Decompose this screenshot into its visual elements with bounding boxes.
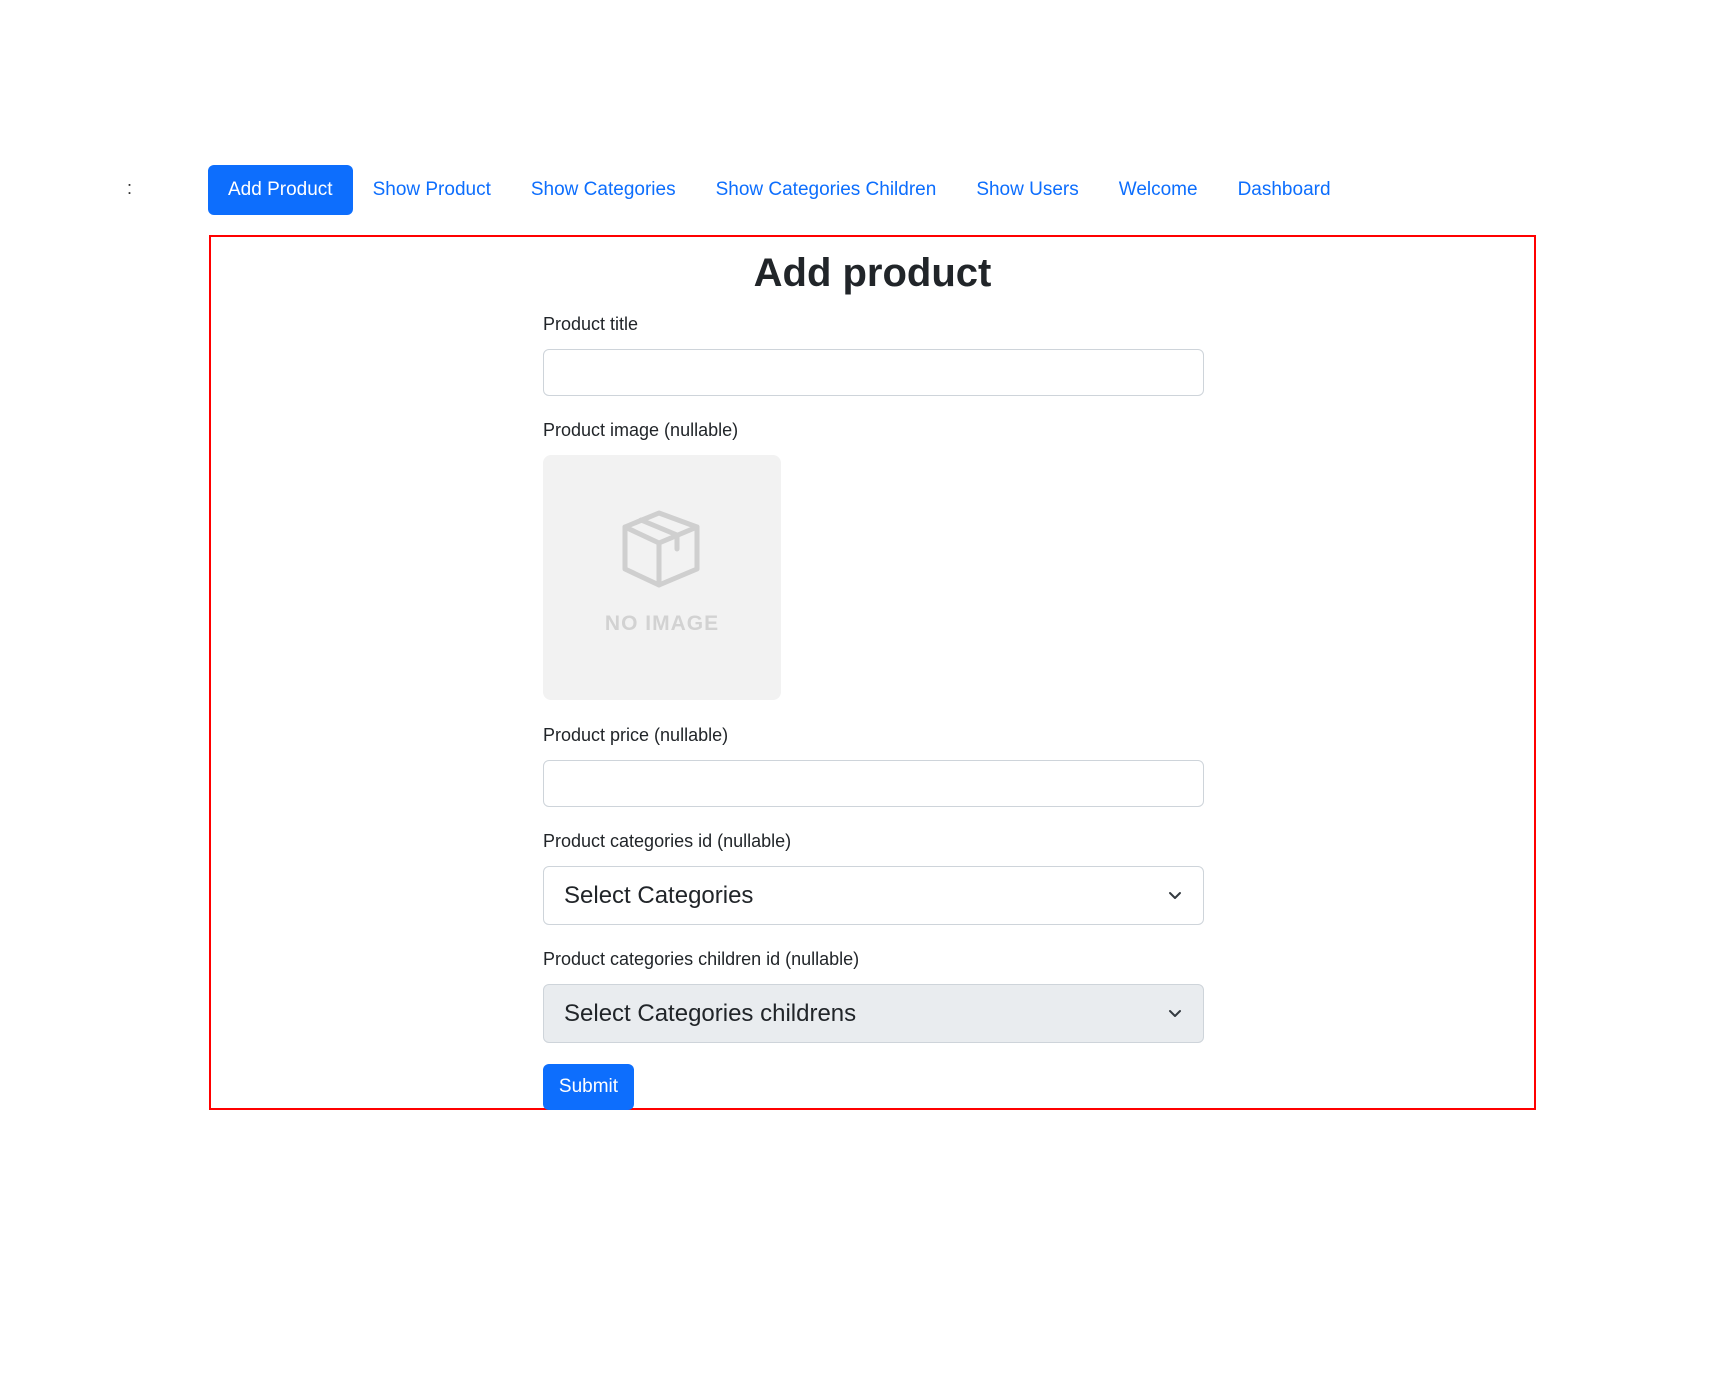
categories-children-select[interactable]: Select Categories childrens — [543, 984, 1204, 1043]
nav-show-categories-children[interactable]: Show Categories Children — [696, 165, 957, 215]
chevron-down-icon — [1167, 888, 1183, 904]
product-image-upload[interactable]: NO IMAGE — [543, 455, 781, 700]
product-price-label: Product price (nullable) — [543, 725, 729, 745]
box-icon — [619, 505, 703, 596]
categories-label: Product categories id (nullable) — [543, 831, 792, 851]
chevron-down-icon — [1167, 1006, 1183, 1022]
product-price-input[interactable] — [543, 760, 1204, 807]
nav-welcome[interactable]: Welcome — [1099, 165, 1218, 215]
product-title-label: Product title — [543, 314, 639, 334]
nav-show-product[interactable]: Show Product — [353, 165, 511, 215]
nav-add-product[interactable]: Add Product — [208, 165, 353, 215]
categories-select[interactable]: Select Categories — [543, 866, 1204, 925]
page-title: Add product — [753, 251, 992, 295]
content-frame: Add product Product title Product image … — [209, 235, 1536, 1110]
product-title-input[interactable] — [543, 349, 1204, 396]
submit-button[interactable]: Submit — [543, 1064, 634, 1110]
stray-colon-text: : — [127, 178, 133, 198]
nav-show-users[interactable]: Show Users — [956, 165, 1098, 215]
nav-show-categories[interactable]: Show Categories — [511, 165, 696, 215]
nav-dashboard[interactable]: Dashboard — [1218, 165, 1351, 215]
categories-children-select-value: Select Categories childrens — [564, 999, 857, 1027]
no-image-text: NO IMAGE — [604, 612, 720, 635]
product-image-label: Product image (nullable) — [543, 420, 739, 440]
categories-children-label: Product categories children id (nullable… — [543, 949, 860, 969]
top-nav: Add Product Show Product Show Categories… — [208, 165, 1351, 215]
categories-select-value: Select Categories — [564, 881, 754, 909]
